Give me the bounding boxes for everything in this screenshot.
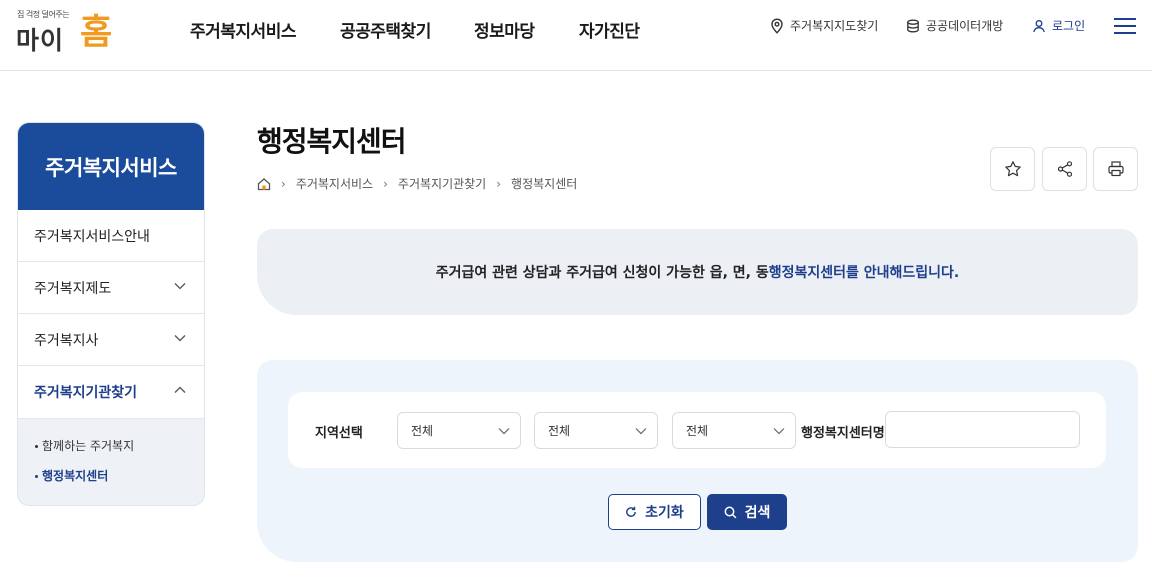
search-icon: [724, 506, 737, 518]
breadcrumb-separator: ›: [281, 176, 286, 191]
reset-button[interactable]: 초기화: [608, 494, 701, 530]
site-logo[interactable]: 집 걱정 덜어주는 마이 홈: [16, 4, 126, 55]
breadcrumb-item[interactable]: 주거복지기관찾기: [398, 175, 486, 192]
welfare-map-link[interactable]: 주거복지지도찾기: [770, 17, 878, 34]
search-form: 지역선택 전체 전체 전체 행정복지센터명: [288, 392, 1106, 468]
gnb-item-info[interactable]: 정보마당: [474, 17, 535, 42]
region-select-3[interactable]: 전체: [672, 412, 796, 449]
menu-icon[interactable]: [1114, 17, 1136, 35]
side-item-label: 주거복지제도: [34, 280, 112, 297]
chevron-down-icon: [773, 428, 785, 435]
side-submenu: 함께하는 주거복지 행정복지센터: [18, 418, 204, 505]
breadcrumb: › 주거복지서비스 › 주거복지기관찾기 › 행정복지센터: [257, 175, 577, 192]
logo-accent: 홈: [80, 13, 112, 53]
select-value: 전체: [686, 424, 709, 438]
welfare-map-label: 주거복지지도찾기: [790, 19, 879, 33]
side-item-label: 주거복지서비스안내: [34, 228, 150, 245]
region-select-1[interactable]: 전체: [397, 412, 521, 449]
chevron-down-icon: [498, 428, 510, 435]
side-item-service-guide[interactable]: 주거복지서비스안내: [18, 210, 204, 262]
breadcrumb-separator: ›: [496, 176, 502, 191]
search-label: 검색: [744, 505, 771, 521]
printer-icon: [1107, 161, 1124, 177]
select-value: 전체: [411, 424, 434, 438]
side-subitem-together-welfare[interactable]: 함께하는 주거복지: [18, 435, 204, 465]
logo-name: 마이: [16, 26, 65, 55]
chevron-down-icon: [174, 335, 186, 342]
site-header: 집 걱정 덜어주는 마이 홈 주거복지서비스 공공주택찾기 정보마당 자가진단 …: [0, 0, 1152, 71]
map-pin-icon: [771, 17, 783, 34]
chevron-up-icon: [174, 386, 186, 393]
side-navigation: 주거복지서비스 주거복지서비스안내 주거복지제도 주거복지사 주거복지기관찾기 …: [17, 122, 205, 506]
reset-label: 초기화: [645, 505, 684, 521]
refresh-icon: [626, 506, 637, 517]
chevron-down-icon: [174, 283, 186, 290]
search-panel: 지역선택 전체 전체 전체 행정복지센터명 초기화 검색: [257, 360, 1138, 562]
region-label: 지역선택: [315, 426, 363, 441]
open-data-label: 공공데이터개방: [926, 19, 1004, 33]
home-icon[interactable]: [257, 177, 271, 191]
print-button[interactable]: [1093, 147, 1138, 191]
page-title: 행정복지센터: [257, 125, 407, 158]
share-button[interactable]: [1042, 147, 1087, 191]
notice-highlight: 행정복지센터를 안내해드립니다.: [768, 265, 960, 281]
database-icon: [907, 19, 919, 32]
center-name-label: 행정복지센터명: [801, 426, 885, 441]
gnb-item-self-diagnosis[interactable]: 자가진단: [579, 17, 640, 42]
search-button[interactable]: 검색: [707, 494, 787, 530]
gnb-item-public-housing[interactable]: 공공주택찾기: [340, 17, 431, 42]
gnb-item-welfare-service[interactable]: 주거복지서비스: [190, 17, 296, 42]
side-nav-title: 주거복지서비스: [18, 123, 204, 210]
favorite-button[interactable]: [990, 147, 1035, 191]
star-icon: [1004, 161, 1021, 177]
notice-text: 주거급여 관련 상담과 주거급여 신청이 가능한 읍, 면, 동: [435, 265, 769, 281]
login-link[interactable]: 로그인: [1032, 17, 1085, 34]
side-item-find-agency[interactable]: 주거복지기관찾기: [18, 366, 204, 418]
breadcrumb-separator: ›: [383, 176, 388, 191]
chevron-down-icon: [635, 428, 647, 435]
side-item-welfare-worker[interactable]: 주거복지사: [18, 314, 204, 366]
side-item-label: 주거복지사: [34, 332, 99, 349]
logo-tagline: 집 걱정 덜어주는: [17, 10, 70, 19]
center-name-input[interactable]: [885, 411, 1080, 448]
side-subitem-welfare-center[interactable]: 행정복지센터: [18, 465, 204, 495]
open-data-link[interactable]: 공공데이터개방: [906, 17, 1003, 34]
info-notice: 주거급여 관련 상담과 주거급여 신청이 가능한 읍, 면, 동 행정복지센터를…: [257, 229, 1138, 315]
select-value: 전체: [548, 424, 571, 438]
breadcrumb-current: 행정복지센터: [511, 177, 578, 191]
breadcrumb-item[interactable]: 주거복지서비스: [296, 175, 373, 192]
side-item-welfare-system[interactable]: 주거복지제도: [18, 262, 204, 314]
share-icon: [1057, 161, 1072, 177]
side-item-label: 주거복지기관찾기: [34, 385, 138, 401]
region-select-2[interactable]: 전체: [534, 412, 658, 449]
login-label: 로그인: [1052, 19, 1086, 33]
user-icon: [1033, 19, 1045, 32]
